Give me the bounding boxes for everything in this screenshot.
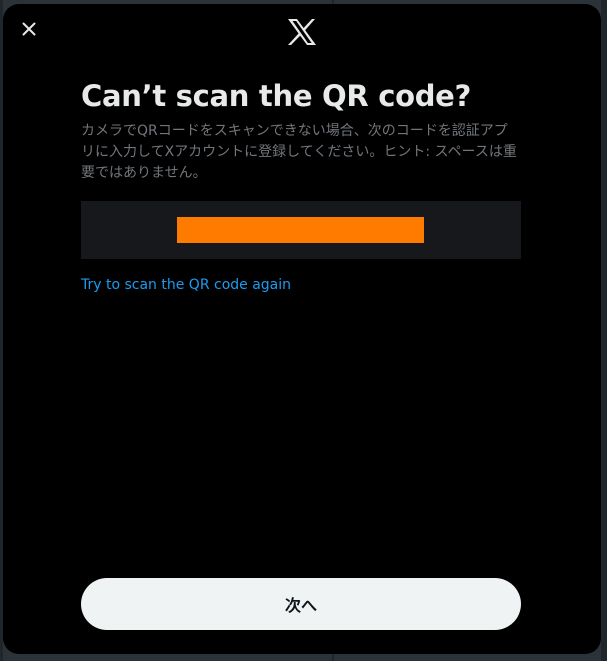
dialog-description: カメラでQRコードをスキャンできない場合、次のコードを認証アプリに入力してXアカ… [81, 123, 517, 181]
x-logo-icon [286, 17, 318, 47]
setup-code-box [81, 201, 521, 259]
close-button[interactable] [15, 16, 43, 44]
dialog-title: Can’t scan the QR code? [81, 79, 472, 113]
next-button[interactable]: 次へ [81, 578, 521, 630]
retry-scan-link[interactable]: Try to scan the QR code again [81, 275, 291, 295]
setup-code-redaction [177, 217, 424, 243]
qr-setup-dialog: Can’t scan the QR code? カメラでQRコードをスキャンでき… [3, 4, 601, 654]
close-icon [22, 21, 36, 40]
